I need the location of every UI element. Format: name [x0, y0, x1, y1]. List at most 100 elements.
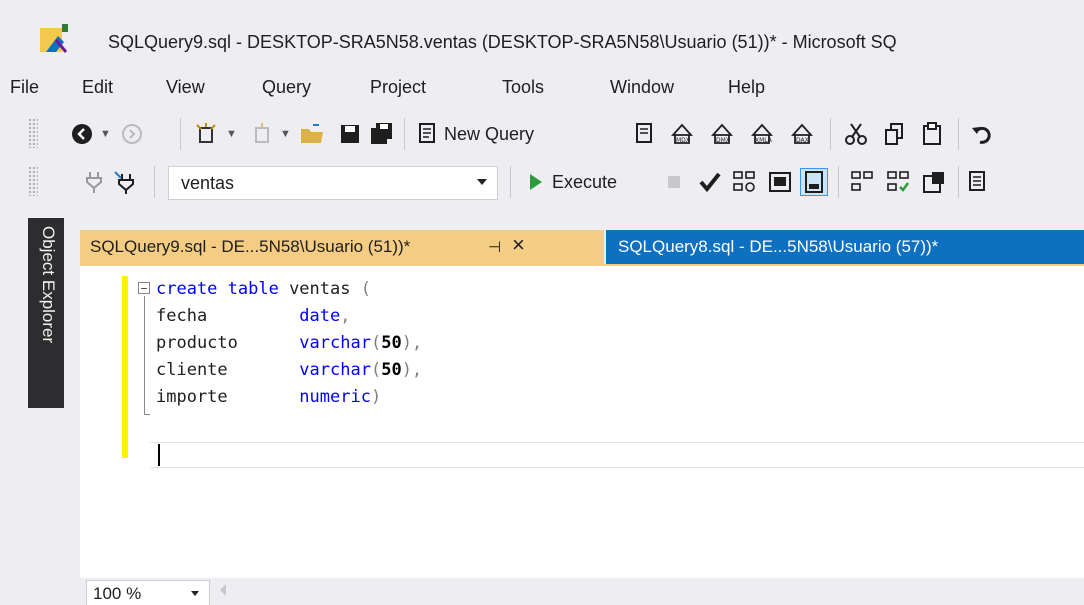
scroll-left-icon[interactable] — [220, 584, 226, 596]
standard-toolbar: ▼ ▼ ▼ New Query MDX DMX XMLA DAX — [0, 110, 1084, 156]
sql-editor-toolbar: ventas Execute — [0, 158, 1084, 208]
pin-icon[interactable]: ⊣ — [488, 238, 501, 256]
toolbar-separator — [180, 118, 181, 150]
code-token: , — [340, 306, 351, 326]
back-dropdown-icon[interactable]: ▼ — [100, 128, 111, 140]
code-token: cliente — [156, 360, 300, 380]
query-options-icon[interactable] — [766, 168, 794, 196]
database-engine-query-icon[interactable] — [630, 120, 658, 148]
code-token: create table — [156, 279, 290, 299]
code-token: importe — [156, 387, 300, 407]
cut-icon[interactable] — [842, 120, 870, 148]
sql-editor[interactable]: create table ventas (fecha date, producto… — [80, 264, 1084, 578]
toolbar-separator — [404, 118, 405, 150]
code-line: importe numeric) — [156, 384, 422, 411]
code-token: ( — [370, 333, 382, 353]
menu-edit[interactable]: Edit — [82, 77, 113, 98]
play-icon — [530, 174, 542, 190]
menu-view[interactable]: View — [166, 77, 205, 98]
svg-text:MDX: MDX — [676, 137, 690, 144]
back-icon[interactable] — [68, 120, 96, 148]
stop-icon[interactable] — [660, 168, 688, 196]
code-token: date — [299, 306, 341, 326]
execute-button[interactable]: Execute — [530, 168, 617, 196]
new-file-icon[interactable] — [248, 120, 276, 148]
current-line-highlight — [150, 442, 1084, 468]
forward-icon[interactable] — [118, 120, 146, 148]
zoom-value: 100 % — [93, 584, 142, 603]
tab-sqlquery8[interactable]: SQLQuery8.sql - DE...5N58\Usuario (57))* — [606, 230, 1084, 264]
chevron-down-icon — [477, 179, 487, 185]
code-token: varchar — [299, 333, 371, 353]
toolbar-separator — [958, 166, 959, 198]
new-query-label: New Query — [444, 123, 535, 144]
live-query-statistics-icon[interactable] — [884, 168, 912, 196]
xmla-query-icon[interactable]: XMLA — [748, 120, 776, 148]
code-token: ), — [401, 360, 423, 380]
toolbar-separator — [154, 166, 155, 198]
code-token: ( — [370, 360, 382, 380]
chevron-down-icon — [191, 591, 199, 596]
display-estimated-plan-icon[interactable] — [730, 168, 758, 196]
toolbar-separator — [838, 166, 839, 198]
zoom-select[interactable]: 100 % — [86, 580, 210, 605]
code-token: ), — [401, 333, 423, 353]
code-text[interactable]: create table ventas (fecha date, producto… — [156, 276, 422, 411]
tab-label: SQLQuery8.sql - DE...5N58\Usuario (57))* — [618, 237, 939, 256]
toolbar-grip[interactable] — [28, 118, 38, 148]
toolbar-grip[interactable] — [28, 166, 38, 196]
code-token: ( — [360, 279, 371, 299]
menu-query[interactable]: Query — [262, 77, 311, 98]
svg-text:DMX: DMX — [716, 137, 730, 144]
window-title: SQLQuery9.sql - DESKTOP-SRA5N58.ventas (… — [108, 32, 897, 52]
save-all-icon[interactable] — [368, 120, 396, 148]
dax-query-icon[interactable]: DAX — [788, 120, 816, 148]
document-tab-bar: SQLQuery9.sql - DE...5N58\Usuario (51))*… — [80, 230, 1084, 264]
code-line: create table ventas ( — [156, 276, 422, 303]
ssms-app-icon — [40, 24, 68, 53]
main-area: Object Explorer SQLQuery9.sql - DE...5N5… — [0, 208, 1084, 605]
new-file-dropdown-icon[interactable]: ▼ — [280, 128, 291, 140]
intellisense-enabled-icon[interactable] — [800, 168, 828, 196]
code-token: ) — [370, 387, 382, 407]
code-token: 50 — [381, 360, 402, 380]
title-bar: SQLQuery9.sql - DESKTOP-SRA5N58.ventas (… — [0, 0, 1084, 68]
svg-text:DAX: DAX — [796, 137, 809, 144]
tab-sqlquery9[interactable]: SQLQuery9.sql - DE...5N58\Usuario (51))*… — [80, 230, 604, 264]
results-to-text-icon[interactable] — [966, 168, 994, 196]
client-statistics-icon[interactable] — [920, 168, 948, 196]
available-databases-select[interactable]: ventas — [168, 166, 498, 200]
new-project-dropdown-icon[interactable]: ▼ — [226, 128, 237, 140]
code-token: fecha — [156, 306, 300, 326]
editor-status-bar: 100 % — [80, 578, 1084, 605]
new-query-button[interactable]: New Query — [416, 120, 534, 148]
paste-icon[interactable] — [918, 120, 946, 148]
toolbar-separator — [958, 118, 959, 150]
copy-icon[interactable] — [880, 120, 908, 148]
menu-file[interactable]: File — [10, 77, 39, 98]
code-line: fecha date, — [156, 303, 422, 330]
text-caret — [158, 444, 160, 466]
include-actual-plan-icon[interactable] — [848, 168, 876, 196]
mdx-query-icon[interactable]: MDX — [668, 120, 696, 148]
connect-icon[interactable] — [80, 168, 108, 196]
toolbar-separator — [510, 166, 511, 198]
execute-label: Execute — [552, 171, 618, 192]
new-project-icon[interactable] — [192, 120, 220, 148]
dmx-query-icon[interactable]: DMX — [708, 120, 736, 148]
menu-project[interactable]: Project — [370, 77, 426, 98]
menu-window[interactable]: Window — [610, 77, 674, 98]
menu-help[interactable]: Help — [728, 77, 765, 98]
undo-icon[interactable] — [968, 120, 996, 148]
save-icon[interactable] — [336, 120, 364, 148]
menu-tools[interactable]: Tools — [502, 77, 544, 98]
collapse-icon[interactable] — [138, 282, 150, 294]
svg-text:XMLA: XMLA — [755, 137, 773, 144]
close-icon[interactable]: × — [512, 234, 525, 256]
parse-checkmark-icon[interactable] — [696, 168, 724, 196]
outline-line — [144, 296, 145, 414]
code-line: producto varchar(50), — [156, 330, 422, 357]
outline-end — [144, 414, 150, 415]
open-folder-icon[interactable] — [298, 120, 326, 148]
change-connection-icon[interactable] — [112, 168, 140, 196]
